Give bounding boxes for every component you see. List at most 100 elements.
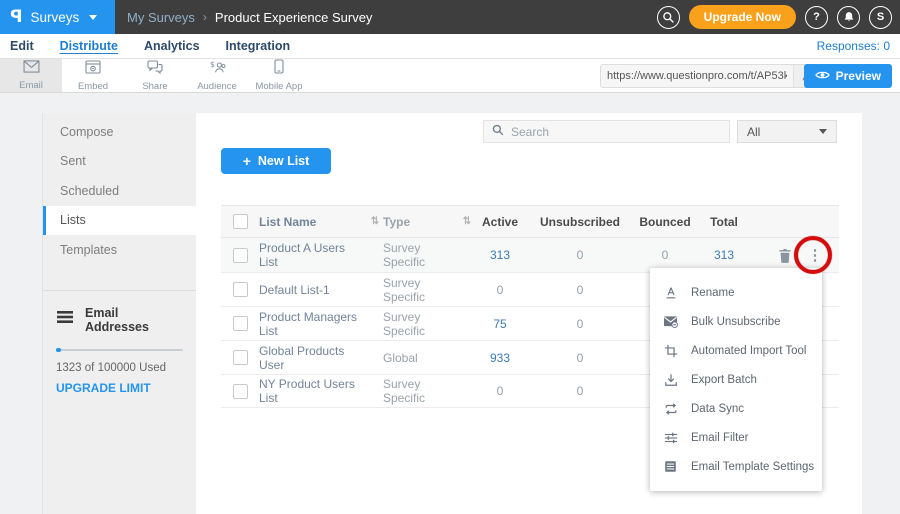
- menu-item-rename[interactable]: Rename: [650, 278, 822, 307]
- tab-share[interactable]: Share: [124, 59, 186, 92]
- bulk-unsubscribe-icon: [663, 314, 678, 329]
- tab-mobile-app[interactable]: Mobile App: [248, 59, 310, 92]
- page-title: Product Experience Survey: [215, 10, 373, 25]
- tab-distribute[interactable]: Distribute: [60, 39, 118, 53]
- sort-icon[interactable]: ⇅: [459, 216, 475, 227]
- email-filter-icon: [663, 430, 678, 445]
- automated-import-icon: [663, 343, 678, 358]
- column-header-type: Type: [383, 215, 459, 229]
- row-checkbox[interactable]: [233, 282, 248, 297]
- total-count[interactable]: 313: [695, 248, 753, 262]
- data-sync-icon: [663, 401, 678, 416]
- tab-edit[interactable]: Edit: [10, 39, 34, 53]
- menu-item-bulk-unsubscribe[interactable]: Bulk Unsubscribe: [650, 307, 822, 336]
- new-list-button-label: New List: [258, 154, 309, 168]
- embed-window-icon: [85, 60, 101, 79]
- active-count[interactable]: 0: [475, 283, 525, 297]
- sort-icon[interactable]: ⇅: [367, 216, 383, 227]
- help-icon[interactable]: ?: [805, 6, 828, 29]
- upgrade-limit-link[interactable]: UPGRADE LIMIT: [56, 381, 183, 395]
- menu-item-label: Bulk Unsubscribe: [691, 316, 780, 328]
- menu-item-label: Email Template Settings: [691, 461, 814, 473]
- list-name-link[interactable]: Product Managers List: [259, 310, 367, 338]
- tab-analytics[interactable]: Analytics: [144, 39, 200, 53]
- tab-email[interactable]: Email: [0, 59, 62, 92]
- menu-item-export-batch[interactable]: Export Batch: [650, 365, 822, 394]
- mobile-phone-icon: [274, 59, 284, 79]
- column-header-unsubscribed: Unsubscribed: [525, 215, 635, 229]
- menu-item-automated-import-tool[interactable]: Automated Import Tool: [650, 336, 822, 365]
- upgrade-now-button[interactable]: Upgrade Now: [689, 5, 796, 29]
- row-checkbox[interactable]: [233, 384, 248, 399]
- list-filter-dropdown[interactable]: All: [737, 120, 837, 143]
- breadcrumb: My Surveys › Product Experience Survey: [127, 10, 372, 25]
- svg-text:$: $: [209, 60, 214, 69]
- list-name-link[interactable]: NY Product Users List: [259, 377, 367, 405]
- tab-mobile-app-label: Mobile App: [255, 81, 302, 92]
- notifications-bell-icon[interactable]: [837, 6, 860, 29]
- tab-embed-label: Embed: [78, 81, 108, 92]
- survey-url-input[interactable]: [601, 70, 793, 82]
- menu-item-label: Automated Import Tool: [691, 345, 807, 357]
- surveys-product-menu[interactable]: P Surveys: [0, 0, 115, 34]
- row-checkbox[interactable]: [233, 350, 248, 365]
- rename-icon: [663, 285, 678, 300]
- sidebar-item-lists[interactable]: Lists: [43, 206, 196, 236]
- user-avatar[interactable]: S: [869, 6, 892, 29]
- plus-icon: +: [243, 153, 251, 169]
- unsubscribed-count: 0: [525, 317, 635, 331]
- menu-item-data-sync[interactable]: Data Sync: [650, 394, 822, 423]
- select-all-checkbox[interactable]: [233, 214, 248, 229]
- search-magnifier-icon: [492, 123, 504, 141]
- active-count[interactable]: 933: [475, 351, 525, 365]
- list-type: Global: [383, 351, 459, 365]
- search-input[interactable]: [511, 125, 721, 139]
- sidebar-item-templates[interactable]: Templates: [43, 235, 196, 265]
- sidebar-item-sent[interactable]: Sent: [43, 147, 196, 177]
- column-header-list-name: List Name: [259, 215, 367, 229]
- tab-embed[interactable]: Embed: [62, 59, 124, 92]
- envelope-icon: [23, 60, 40, 78]
- survey-url-field-group: [600, 64, 820, 88]
- column-header-bounced: Bounced: [635, 215, 695, 229]
- new-list-button[interactable]: + New List: [221, 148, 331, 174]
- list-name-link[interactable]: Default List-1: [259, 283, 367, 297]
- row-options-kebab-icon[interactable]: ⋮: [808, 248, 822, 263]
- tab-audience-label: Audience: [197, 81, 237, 92]
- menu-item-label: Export Batch: [691, 374, 757, 386]
- menu-item-email-filter[interactable]: Email Filter: [650, 423, 822, 452]
- search-icon[interactable]: [657, 6, 680, 29]
- row-checkbox[interactable]: [233, 316, 248, 331]
- list-name-link[interactable]: Product A Users List: [259, 241, 367, 269]
- list-search-box: [483, 120, 730, 143]
- survey-nav: Edit Distribute Analytics Integration Re…: [0, 34, 900, 58]
- tab-integration[interactable]: Integration: [226, 39, 291, 53]
- sidebar-item-scheduled[interactable]: Scheduled: [43, 176, 196, 206]
- active-count[interactable]: 0: [475, 384, 525, 398]
- audience-icon: $: [209, 60, 226, 79]
- header-actions: Upgrade Now ? S: [657, 5, 900, 29]
- questionpro-logo-icon: P: [10, 7, 22, 27]
- tab-audience[interactable]: $ Audience: [186, 59, 248, 92]
- email-sidebar: Compose Sent Scheduled Lists Templates E…: [43, 113, 196, 514]
- unsubscribed-count: 0: [525, 384, 635, 398]
- active-count[interactable]: 75: [475, 317, 525, 331]
- table-row: Product A Users List Survey Specific 313…: [221, 238, 839, 272]
- sidebar-item-compose[interactable]: Compose: [43, 117, 196, 147]
- active-count[interactable]: 313: [475, 248, 525, 262]
- breadcrumb-my-surveys[interactable]: My Surveys: [127, 10, 195, 25]
- preview-button[interactable]: Preview: [804, 64, 892, 88]
- top-header: P Surveys My Surveys › Product Experienc…: [0, 0, 900, 34]
- menu-item-email-template-settings[interactable]: Email Template Settings: [650, 452, 822, 481]
- row-checkbox[interactable]: [233, 248, 248, 263]
- bounced-count: 0: [635, 248, 695, 262]
- distribute-toolbar: Email Embed Share $ Audience Mobile App: [0, 58, 900, 93]
- tab-email-label: Email: [19, 80, 43, 91]
- usage-text: 1323 of 100000 Used: [56, 362, 183, 374]
- chevron-down-icon: [89, 15, 97, 20]
- responses-count[interactable]: Responses: 0: [817, 39, 890, 53]
- unsubscribed-count: 0: [525, 351, 635, 365]
- list-name-link[interactable]: Global Products User: [259, 344, 367, 372]
- table-header-row: List Name ⇅ Type ⇅ Active Unsubscribed B…: [221, 205, 839, 238]
- delete-list-trash-icon[interactable]: [778, 248, 792, 263]
